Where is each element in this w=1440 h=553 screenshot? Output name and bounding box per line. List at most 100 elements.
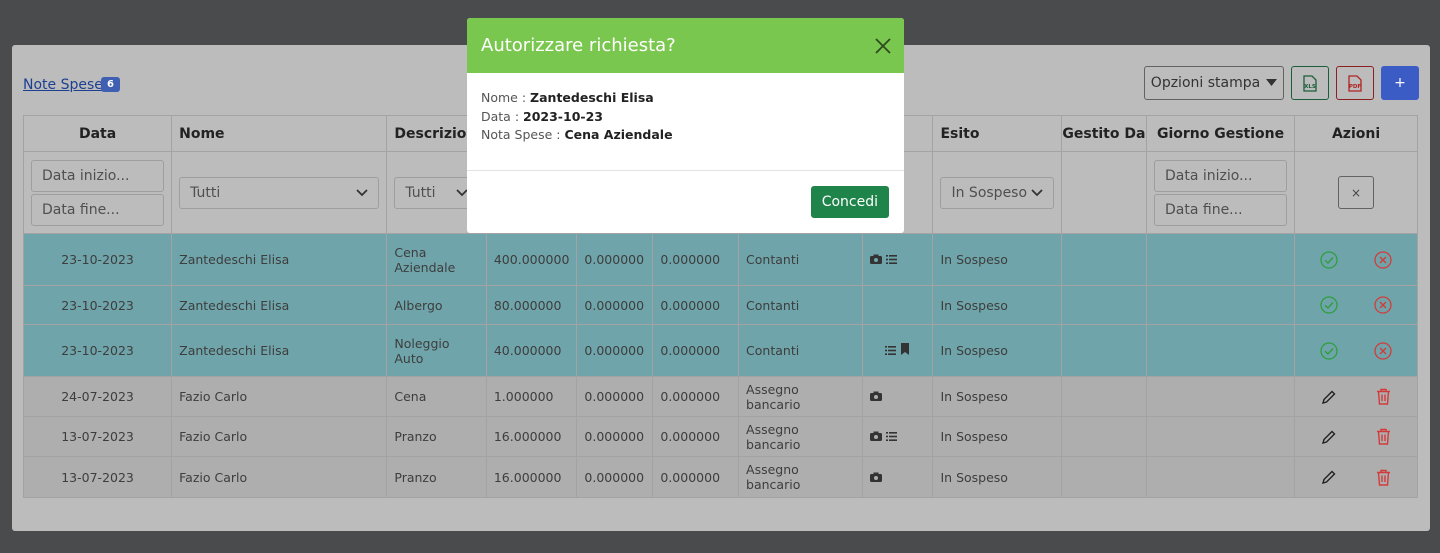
chevron-down-icon: [356, 188, 369, 196]
row-gestito-da: [1060, 233, 1148, 286]
camera-icon[interactable]: [870, 254, 883, 264]
modal-nota-value: Cena Aziendale: [564, 127, 673, 142]
row-nome: Zantedeschi Elisa: [171, 285, 388, 325]
row-gestito-da: [1060, 416, 1148, 457]
list-icon[interactable]: [885, 346, 897, 355]
row-attachments: [862, 416, 934, 457]
row-date: 23-10-2023: [22, 233, 173, 286]
pencil-icon[interactable]: [1321, 429, 1337, 445]
table-row: 13-07-2023 Fazio Carlo Pranzo 16.000000 …: [22, 416, 1418, 457]
row-esito: In Sospeso: [932, 456, 1062, 498]
modal-title: Autorizzare richiesta?: [481, 35, 676, 56]
col-header-data[interactable]: Data: [22, 115, 173, 152]
modal-nome-label: Nome :: [481, 90, 527, 105]
descr-filter-value: Tutti: [405, 184, 436, 201]
row-pagamento: Contanti: [738, 233, 864, 286]
export-xls-button[interactable]: XLS: [1291, 66, 1329, 100]
date-start-input[interactable]: Data inizio...: [31, 159, 165, 192]
close-icon[interactable]: [875, 37, 891, 54]
export-pdf-button[interactable]: PDF: [1336, 66, 1374, 100]
row-gestito-da: [1060, 456, 1148, 498]
row-esito: In Sospeso: [932, 416, 1062, 457]
row-attachments: [862, 376, 934, 417]
row-importo: 16.000000: [485, 456, 578, 498]
row-importo: 40.000000: [485, 324, 578, 377]
nome-filter-select[interactable]: Tutti: [179, 176, 380, 209]
row-giorno-gestione: [1145, 324, 1296, 377]
check-circle-icon[interactable]: [1320, 341, 1338, 360]
print-options-button[interactable]: Opzioni stampa: [1144, 66, 1284, 100]
col-header-giorno-gestione[interactable]: Giorno Gestione: [1145, 115, 1296, 152]
concedi-button[interactable]: Concedi: [810, 186, 889, 218]
trash-icon[interactable]: [1376, 388, 1391, 405]
row-nome: Zantedeschi Elisa: [171, 324, 388, 377]
col-header-esito[interactable]: Esito: [932, 115, 1062, 152]
row-importo: 400.000000: [485, 233, 578, 286]
authorize-modal: Autorizzare richiesta? Nome : Zantedesch…: [467, 18, 904, 233]
row-esito: In Sospeso: [932, 324, 1062, 377]
list-icon[interactable]: [886, 432, 898, 441]
check-circle-icon[interactable]: [1320, 250, 1338, 269]
esito-filter-select[interactable]: In Sospeso: [940, 176, 1054, 209]
pdf-file-icon: PDF: [1348, 74, 1362, 92]
row-attachments: [862, 456, 934, 498]
date-end-input[interactable]: Data fine...: [31, 193, 165, 226]
row-value2: 0.000000: [576, 285, 654, 325]
row-attachments: [862, 233, 934, 286]
add-button[interactable]: +: [1381, 66, 1419, 100]
pencil-icon[interactable]: [1321, 389, 1337, 405]
row-giorno-gestione: [1145, 233, 1296, 286]
pencil-icon[interactable]: [1321, 469, 1337, 485]
svg-text:XLS: XLS: [1304, 84, 1316, 90]
giorno-gestione-end-input[interactable]: Data fine...: [1154, 193, 1288, 226]
trash-icon[interactable]: [1376, 428, 1391, 445]
col-header-gestito-da[interactable]: Gestito Da: [1060, 115, 1148, 152]
table-row: 23-10-2023 Zantedeschi Elisa Cena Aziend…: [22, 233, 1418, 286]
row-nome: Zantedeschi Elisa: [171, 233, 388, 286]
row-value3: 0.000000: [652, 416, 740, 457]
row-descrizione: Noleggio Auto: [386, 324, 487, 377]
modal-footer: Concedi: [467, 171, 904, 233]
row-giorno-gestione: [1145, 456, 1296, 498]
modal-nota-label: Nota Spese :: [481, 127, 561, 142]
table-row: 13-07-2023 Fazio Carlo Pranzo 16.000000 …: [22, 456, 1418, 498]
row-nome: Fazio Carlo: [171, 456, 388, 498]
row-actions: [1294, 376, 1418, 417]
toolbar: Opzioni stampa XLS PDF +: [1144, 66, 1419, 100]
giorno-gestione-start-input[interactable]: Data inizio...: [1154, 159, 1288, 192]
row-esito: In Sospeso: [932, 376, 1062, 417]
row-gestito-da: [1060, 376, 1148, 417]
camera-icon[interactable]: [870, 431, 883, 441]
x-circle-icon[interactable]: [1374, 296, 1392, 314]
row-value2: 0.000000: [576, 324, 654, 377]
trash-icon[interactable]: [1376, 469, 1391, 486]
row-attachments: [862, 285, 934, 325]
row-giorno-gestione: [1145, 376, 1296, 417]
table-row: 23-10-2023 Zantedeschi Elisa Noleggio Au…: [22, 324, 1418, 377]
row-date: 13-07-2023: [22, 456, 173, 498]
x-circle-icon[interactable]: [1374, 341, 1392, 360]
svg-text:PDF: PDF: [1349, 84, 1362, 90]
bookmark-icon[interactable]: [900, 343, 910, 355]
camera-icon[interactable]: [870, 391, 883, 401]
row-giorno-gestione: [1145, 416, 1296, 457]
caret-down-icon: [1266, 79, 1278, 86]
row-descrizione: Pranzo: [386, 456, 487, 498]
row-descrizione: Albergo: [386, 285, 487, 325]
list-icon[interactable]: [886, 255, 898, 264]
clear-filters-button[interactable]: ×: [1338, 176, 1375, 209]
row-attachments: [862, 324, 934, 377]
modal-body: Nome : Zantedeschi Elisa Data : 2023-10-…: [467, 73, 904, 171]
note-spese-link[interactable]: Note Spese: [23, 77, 103, 93]
row-importo: 16.000000: [485, 416, 578, 457]
x-circle-icon[interactable]: [1374, 250, 1392, 269]
modal-data-label: Data :: [481, 108, 520, 124]
row-actions: [1294, 233, 1418, 286]
row-value3: 0.000000: [652, 376, 740, 417]
check-circle-icon[interactable]: [1320, 296, 1338, 314]
col-header-nome[interactable]: Nome: [171, 115, 388, 152]
modal-data-line: Data : 2023-10-23: [481, 108, 890, 127]
nome-filter-value: Tutti: [190, 184, 221, 201]
camera-icon[interactable]: [870, 472, 883, 482]
modal-header: Autorizzare richiesta?: [467, 18, 904, 73]
